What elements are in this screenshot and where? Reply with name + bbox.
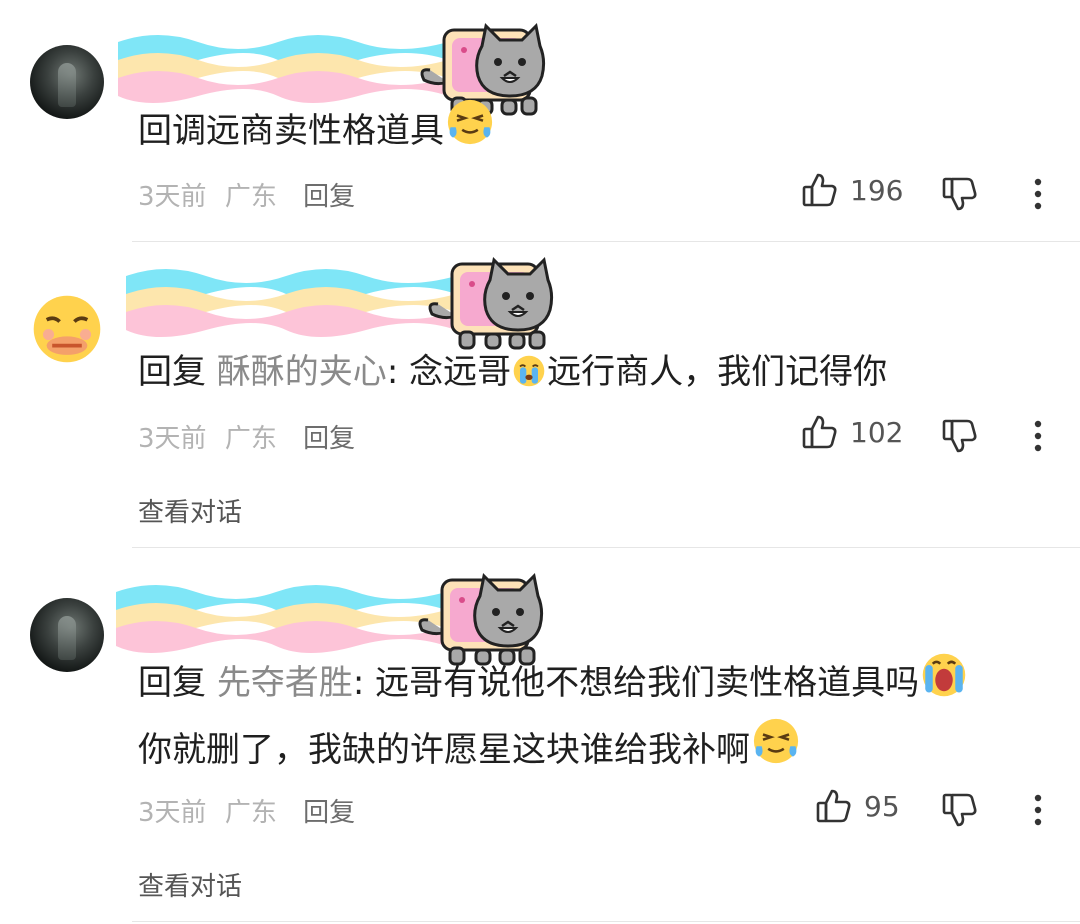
reply-prefix: 回复 xyxy=(138,352,206,392)
more-vertical-icon[interactable] xyxy=(1032,790,1044,830)
thumbs-down-icon[interactable] xyxy=(940,416,980,456)
comment-line: 你就删了，我缺的许愿星这块谁给我补啊 xyxy=(138,715,969,782)
thumbs-up-icon xyxy=(800,412,840,452)
comment-body: 回复 先夺者胜: 远哥有说他不想给我们卖性格道具吗 你就删了，我缺的许愿星这块谁… xyxy=(138,650,969,782)
comment-item: 回复 先夺者胜: 远哥有说他不想给我们卖性格道具吗 你就删了，我缺的许愿星这块谁… xyxy=(0,548,1080,924)
region: 广东 xyxy=(224,798,277,828)
thumbs-up-icon xyxy=(800,170,840,210)
timestamp: 3天前 xyxy=(138,798,207,828)
comment-meta: 3天前 广东 回复 xyxy=(138,176,355,213)
region: 广东 xyxy=(224,182,277,212)
comment-item: 回调远商卖性格道具 3天前 广东 回复 196 xyxy=(0,0,1080,242)
reply-button[interactable]: 回复 xyxy=(303,798,355,828)
reply-prefix: 回复 xyxy=(138,663,206,703)
mention-link[interactable]: 先夺者胜 xyxy=(217,663,353,703)
timestamp: 3天前 xyxy=(138,182,207,212)
comment-body: 回调远商卖性格道具 xyxy=(138,96,496,163)
avatar[interactable] xyxy=(30,598,104,672)
comment-text: : 念远哥 xyxy=(386,352,512,392)
comment-text: 远行商人，我们记得你 xyxy=(547,352,888,392)
comment-body: 回复 酥酥的夹心: 念远哥 远行商人，我们记得你 xyxy=(138,340,887,404)
laughing-tears-emoji xyxy=(444,96,496,148)
comment-text: : 远哥有说他不想给我们卖性格道具吗 xyxy=(352,663,920,703)
like-button[interactable]: 196 xyxy=(800,170,903,210)
nyan-cat-badge xyxy=(126,254,566,354)
view-conversation-link[interactable]: 查看对话 xyxy=(138,866,242,903)
like-count: 196 xyxy=(850,173,904,207)
thumbs-up-icon xyxy=(814,786,854,826)
comment-meta: 3天前 广东 回复 xyxy=(138,418,355,455)
region: 广东 xyxy=(224,424,277,454)
comment-item: 回复 酥酥的夹心: 念远哥 远行商人，我们记得你 3天前 广东 回复 102 查看… xyxy=(0,242,1080,548)
view-conversation-link[interactable]: 查看对话 xyxy=(138,492,242,529)
comment-meta: 3天前 广东 回复 xyxy=(138,792,355,829)
like-button[interactable]: 102 xyxy=(800,412,903,452)
divider xyxy=(132,921,1080,922)
like-button[interactable]: 95 xyxy=(814,786,900,826)
nauseated-emoji[interactable] xyxy=(30,292,104,366)
comment-text: 回调远商卖性格道具 xyxy=(138,111,444,151)
thumbs-down-icon[interactable] xyxy=(940,790,980,830)
comment-text: 你就删了，我缺的许愿星这块谁给我补啊 xyxy=(138,730,750,770)
more-vertical-icon[interactable] xyxy=(1032,174,1044,214)
timestamp: 3天前 xyxy=(138,424,207,454)
reply-button[interactable]: 回复 xyxy=(303,424,355,454)
crying-emoji xyxy=(511,353,547,389)
comment-line: 回复 先夺者胜: 远哥有说他不想给我们卖性格道具吗 xyxy=(138,650,969,715)
avatar[interactable] xyxy=(30,45,104,119)
mention-link[interactable]: 酥酥的夹心 xyxy=(217,352,387,392)
screaming-emoji xyxy=(919,650,969,700)
thumbs-down-icon[interactable] xyxy=(940,174,980,214)
like-count: 102 xyxy=(850,415,904,449)
reply-button[interactable]: 回复 xyxy=(303,182,355,212)
like-count: 95 xyxy=(864,789,900,823)
more-vertical-icon[interactable] xyxy=(1032,416,1044,456)
laughing-tears-emoji xyxy=(750,715,802,767)
